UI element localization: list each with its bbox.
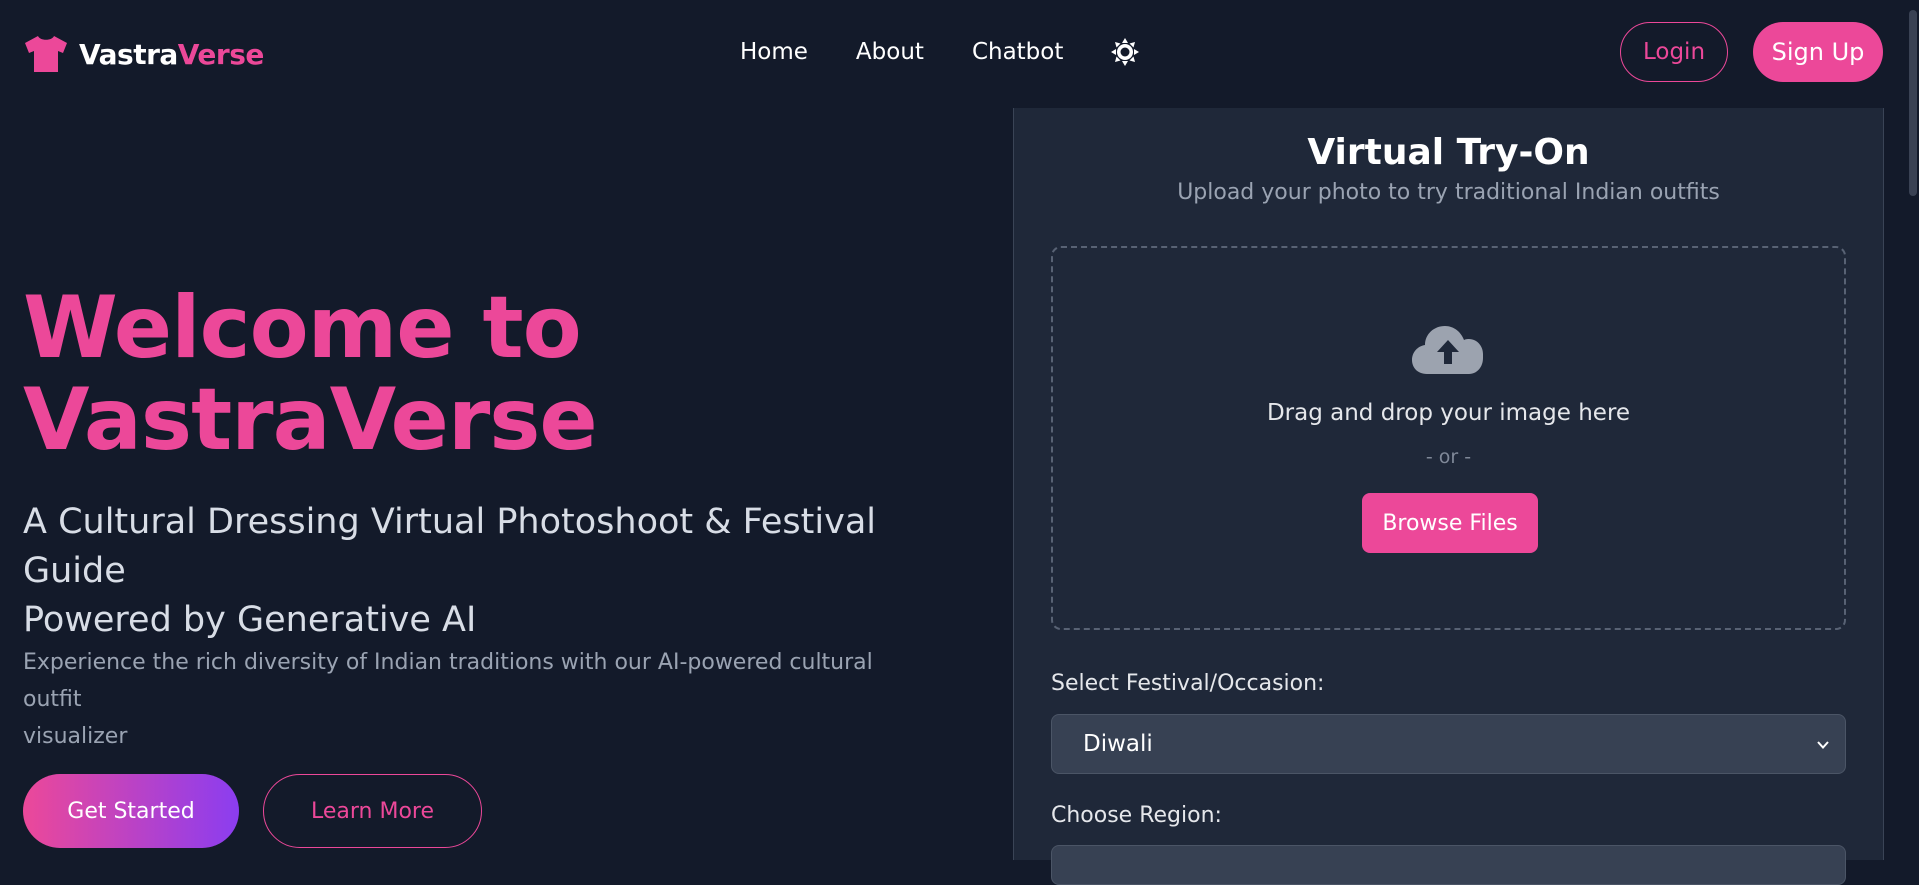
- signup-button[interactable]: Sign Up: [1753, 22, 1883, 82]
- festival-label: Select Festival/Occasion:: [1051, 671, 1325, 696]
- image-dropzone[interactable]: Drag and drop your image here - or - Bro…: [1051, 246, 1846, 630]
- nav-chatbot-link[interactable]: Chatbot: [972, 39, 1063, 65]
- dropzone-or: - or -: [1425, 446, 1472, 468]
- hero-title-line2: VastraVerse: [23, 370, 598, 470]
- tryon-title: Virtual Try-On: [1307, 132, 1590, 173]
- hero-description: Experience the rich diversity of Indian …: [23, 644, 923, 755]
- dropzone-text: Drag and drop your image here: [1266, 400, 1631, 426]
- nav-about-link[interactable]: About: [856, 39, 924, 65]
- learn-more-button[interactable]: Learn More: [263, 774, 482, 848]
- login-button[interactable]: Login: [1620, 22, 1728, 82]
- tryon-subtitle: Upload your photo to try traditional Ind…: [1177, 180, 1720, 205]
- brand-logo[interactable]: VastraVerse: [23, 34, 264, 74]
- hero-description-line1: Experience the rich diversity of Indian …: [23, 650, 873, 712]
- festival-select-value: Diwali: [1083, 731, 1153, 757]
- region-label: Choose Region:: [1051, 803, 1222, 828]
- brand-name-part2: Verse: [177, 37, 265, 71]
- brand-name: VastraVerse: [79, 38, 264, 71]
- hero-title: Welcome to VastraVerse: [23, 282, 598, 466]
- hero-subtitle-line2: Powered by Generative AI: [23, 600, 477, 640]
- browse-files-button[interactable]: Browse Files: [1362, 493, 1538, 553]
- region-select[interactable]: [1051, 845, 1846, 885]
- get-started-button[interactable]: Get Started: [23, 774, 239, 848]
- sun-icon[interactable]: [1111, 38, 1140, 66]
- virtual-tryon-panel: Virtual Try-On Upload your photo to try …: [1013, 108, 1884, 885]
- chevron-down-icon: [1817, 741, 1829, 749]
- brand-name-part1: Vastra: [79, 37, 178, 71]
- nav-home-link[interactable]: Home: [740, 39, 808, 65]
- tshirt-icon: [25, 36, 67, 72]
- hero-title-line1: Welcome to: [23, 278, 582, 378]
- hero-subtitle: A Cultural Dressing Virtual Photoshoot &…: [23, 498, 923, 645]
- hero-subtitle-line1: A Cultural Dressing Virtual Photoshoot &…: [23, 502, 876, 591]
- main-nav: Home About Chatbot: [740, 38, 1140, 66]
- top-navbar: VastraVerse Home About Chatbot Login Sig…: [0, 0, 1919, 108]
- hero-description-line2: visualizer: [23, 724, 128, 749]
- scrollbar-thumb[interactable]: [1909, 10, 1917, 196]
- cloud-upload-icon: [1412, 326, 1483, 374]
- festival-select[interactable]: Diwali: [1051, 714, 1846, 774]
